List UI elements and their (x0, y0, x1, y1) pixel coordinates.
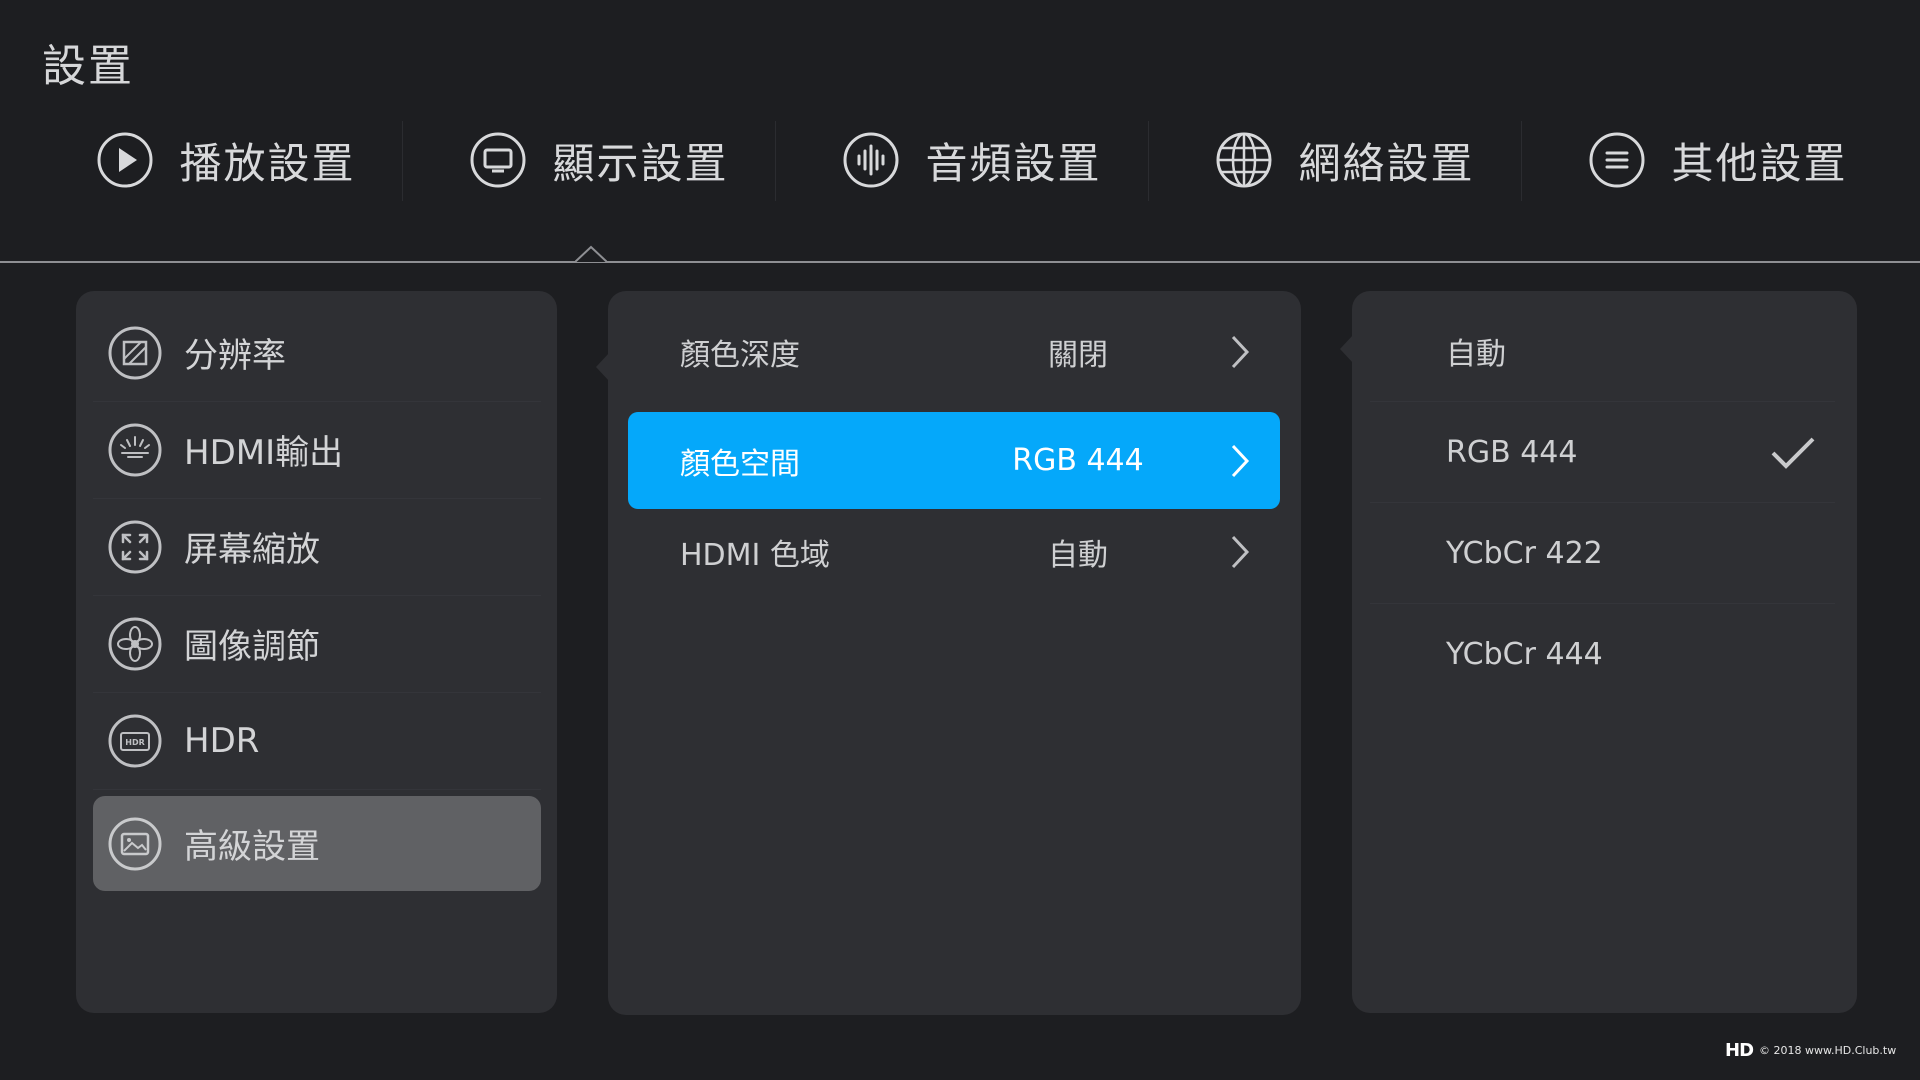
menu-item-hdmi-output[interactable]: HDMI輸出 (93, 401, 541, 499)
watermark-text: © 2018 www.HD.Club.tw (1759, 1044, 1897, 1057)
menu-item-label: 屏幕縮放 (184, 530, 320, 570)
tab-label: 音頻設置 (925, 138, 1102, 188)
option-value: 自動 (1048, 537, 1108, 573)
chevron-right-icon (1231, 444, 1250, 478)
menu-item-resolution[interactable]: 分辨率 (93, 304, 541, 402)
tab-playback-settings[interactable]: 播放設置 (40, 115, 413, 205)
play-icon (97, 132, 153, 188)
option-label: 顏色空間 (680, 446, 800, 482)
hdr-icon: HDR (108, 714, 162, 767)
settings-tab-bar: 播放設置 顯示設置 音頻設置 網絡設置 其他設置 (0, 115, 1920, 205)
watermark-logo: HD (1725, 1040, 1754, 1061)
menu-item-screen-zoom[interactable]: 屏幕縮放 (93, 498, 541, 596)
tab-divider (1148, 121, 1149, 201)
option-color-space[interactable]: 顏色空間 RGB 444 (628, 412, 1280, 509)
menu-lines-icon (1589, 132, 1645, 188)
option-label: HDMI 色域 (680, 537, 830, 573)
choice-label: YCbCr 422 (1446, 535, 1603, 571)
chevron-right-icon (1231, 335, 1250, 369)
tab-display-settings[interactable]: 顯示設置 (413, 115, 786, 205)
option-value: RGB 444 (1012, 443, 1144, 478)
advanced-image-icon (108, 817, 162, 870)
image-adjust-icon (108, 617, 162, 670)
menu-item-advanced-settings[interactable]: 高級設置 (93, 796, 541, 891)
tab-other-settings[interactable]: 其他設置 (1532, 115, 1905, 205)
tab-network-settings[interactable]: 網絡設置 (1159, 115, 1532, 205)
page-title: 設置 (42, 41, 134, 92)
choice-ycbcr-444[interactable]: YCbCr 444 (1370, 604, 1835, 704)
choice-label: 自動 (1446, 337, 1506, 372)
color-space-panel: 自動 RGB 444 YCbCr 422 YCbCr 444 (1352, 291, 1857, 1013)
resolution-icon (108, 326, 162, 379)
menu-item-label: 分辨率 (184, 336, 286, 376)
tab-label: 顯示設置 (552, 138, 729, 188)
globe-icon (1216, 132, 1272, 188)
tab-audio-settings[interactable]: 音頻設置 (786, 115, 1159, 205)
screen-zoom-icon (108, 520, 162, 573)
menu-item-image-adjust[interactable]: 圖像調節 (93, 595, 541, 693)
tab-label: 播放設置 (179, 138, 356, 188)
checkmark-icon (1771, 437, 1815, 469)
tab-divider (1521, 121, 1522, 201)
active-tab-pointer (575, 245, 607, 263)
choice-auto[interactable]: 自動 (1370, 301, 1835, 402)
tab-label: 網絡設置 (1298, 138, 1475, 188)
option-color-depth[interactable]: 顏色深度 關閉 (628, 303, 1280, 400)
display-menu-panel: 分辨率 HDMI輸出 屏幕縮放 圖像調節 HDR HDR 高級設置 (76, 291, 557, 1013)
menu-item-hdr[interactable]: HDR HDR (93, 692, 541, 790)
menu-item-label: HDR (184, 720, 260, 761)
option-hdmi-gamut[interactable]: HDMI 色域 自動 (628, 503, 1280, 600)
tab-label: 其他設置 (1671, 138, 1848, 188)
tab-underline (0, 261, 1920, 263)
display-icon (470, 132, 526, 188)
choice-ycbcr-422[interactable]: YCbCr 422 (1370, 503, 1835, 604)
watermark: HD © 2018 www.HD.Club.tw (1725, 1040, 1896, 1061)
tab-divider (402, 121, 403, 201)
chevron-right-icon (1231, 535, 1250, 569)
hdmi-output-icon (108, 423, 162, 476)
choice-rgb-444[interactable]: RGB 444 (1370, 402, 1835, 503)
option-value: 關閉 (1048, 337, 1108, 373)
advanced-options-panel: 顏色深度 關閉 顏色空間 RGB 444 HDMI 色域 自動 (608, 291, 1301, 1015)
menu-item-label: 圖像調節 (184, 627, 320, 667)
menu-item-label: HDMI輸出 (184, 433, 344, 473)
audio-wave-icon (843, 132, 899, 188)
choice-label: RGB 444 (1446, 434, 1578, 470)
svg-text:HDR: HDR (125, 738, 145, 747)
option-label: 顏色深度 (680, 337, 800, 373)
tab-divider (775, 121, 776, 201)
choice-label: YCbCr 444 (1446, 636, 1603, 672)
menu-item-label: 高級設置 (184, 827, 320, 867)
